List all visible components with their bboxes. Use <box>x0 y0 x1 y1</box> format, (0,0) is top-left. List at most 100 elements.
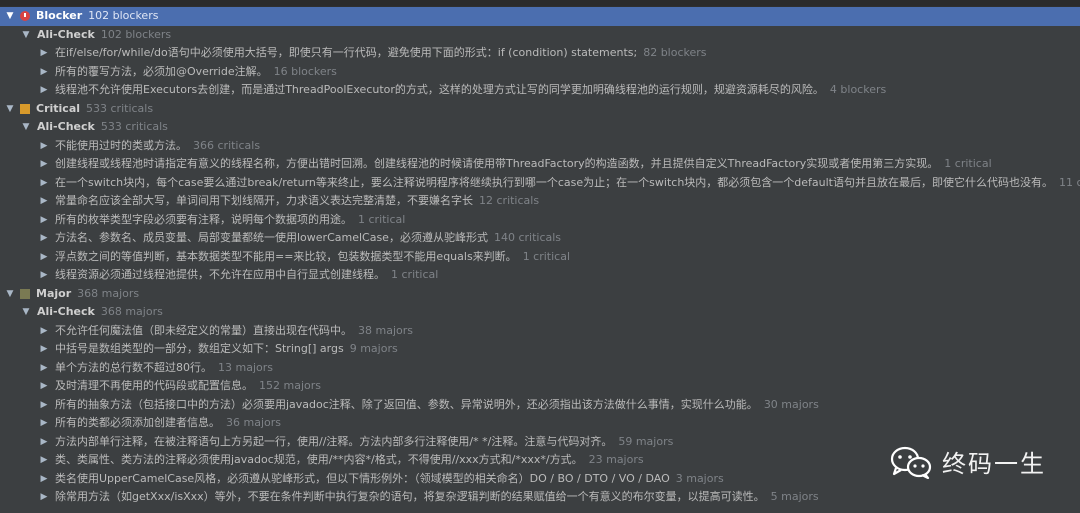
rule-count: 1 critical <box>944 157 992 170</box>
triangle-right-icon[interactable]: ▶ <box>38 359 50 378</box>
triangle-right-icon[interactable]: ▶ <box>38 414 50 433</box>
severity-label: Critical <box>36 101 81 115</box>
inspection-results-tree: ▼ Blocker 102 blockers ▼ Ali-Check 102 b… <box>0 7 1080 507</box>
triangle-right-icon[interactable]: ▶ <box>38 396 50 415</box>
rule-item[interactable]: ▶ 中括号是数组类型的一部分，数组定义如下：String[] args 9 ma… <box>0 340 1080 359</box>
top-toolbar-edge <box>0 0 1080 7</box>
category-count: 533 criticals <box>100 120 168 133</box>
rule-item[interactable]: ▶ 不能使用过时的类或方法。 366 criticals <box>0 137 1080 156</box>
rule-text: 单个方法的总行数不超过80行。 <box>55 360 212 374</box>
rule-count: 38 majors <box>358 323 413 337</box>
rule-count: 1 critical <box>358 212 406 226</box>
category-label: Ali-Check <box>37 120 95 133</box>
rule-count: 366 criticals <box>193 138 261 152</box>
rule-count: 30 majors <box>763 397 819 411</box>
rule-item[interactable]: ▶ 在if/else/for/while/do语句中必须使用大括号，即使只有一行… <box>0 44 1080 63</box>
rule-text: 及时清理不再使用的代码段或配置信息。 <box>55 379 253 392</box>
triangle-right-icon[interactable]: ▶ <box>38 63 50 82</box>
rule-text: 在一个switch块内，每个case要么通过break/return等来终止，要… <box>55 175 1053 189</box>
triangle-right-icon[interactable]: ▶ <box>38 488 50 507</box>
rule-count: 36 majors <box>226 416 281 429</box>
rule-count: 12 criticals <box>479 194 540 207</box>
triangle-right-icon[interactable]: ▶ <box>38 44 50 63</box>
rule-text: 方法名、参数名、成员变量、局部变量都统一使用lowerCamelCase，必须遵… <box>55 231 488 244</box>
severity-count: 533 criticals <box>86 101 154 115</box>
triangle-down-icon[interactable]: ▼ <box>20 26 32 45</box>
rule-item[interactable]: ▶ 所有的枚举类型字段必须要有注释，说明每个数据项的用途。 1 critical <box>0 211 1080 230</box>
rule-text: 常量命名应该全部大写，单词间用下划线隔开，力求语义表达完整清楚，不要嫌名字长 <box>55 194 473 207</box>
rule-text: 线程池不允许使用Executors去创建，而是通过ThreadPoolExecu… <box>55 83 824 96</box>
severity-node-critical[interactable]: ▼ Critical 533 criticals <box>0 100 1080 119</box>
rule-text: 中括号是数组类型的一部分，数组定义如下：String[] args <box>55 342 344 355</box>
category-node-ali-check[interactable]: ▼ Ali-Check 102 blockers <box>0 26 1080 45</box>
rule-text: 不能使用过时的类或方法。 <box>55 138 187 152</box>
rule-item[interactable]: ▶ 在一个switch块内，每个case要么通过break/return等来终止… <box>0 174 1080 193</box>
category-count: 368 majors <box>100 305 163 318</box>
rule-item[interactable]: ▶ 及时清理不再使用的代码段或配置信息。 152 majors <box>0 377 1080 396</box>
rule-count: 11 criticals <box>1059 175 1080 189</box>
triangle-right-icon[interactable]: ▶ <box>38 451 50 470</box>
triangle-down-icon[interactable]: ▼ <box>4 7 16 26</box>
rule-count: 13 majors <box>218 360 273 374</box>
severity-label: Major <box>36 286 72 300</box>
rule-text: 在if/else/for/while/do语句中必须使用大括号，即使只有一行代码… <box>55 46 638 59</box>
rule-count: 4 blockers <box>829 83 887 96</box>
rule-item[interactable]: ▶ 线程池不允许使用Executors去创建，而是通过ThreadPoolExe… <box>0 81 1080 100</box>
critical-icon <box>20 103 30 114</box>
watermark: 终码一生 <box>890 444 1046 479</box>
triangle-down-icon[interactable]: ▼ <box>4 100 16 119</box>
triangle-right-icon[interactable]: ▶ <box>38 248 50 267</box>
severity-label: Blocker <box>36 9 83 22</box>
triangle-right-icon[interactable]: ▶ <box>38 192 50 211</box>
triangle-right-icon[interactable]: ▶ <box>38 377 50 396</box>
triangle-down-icon[interactable]: ▼ <box>4 285 16 304</box>
rule-text: 所有的枚举类型字段必须要有注释，说明每个数据项的用途。 <box>55 212 352 226</box>
rule-item[interactable]: ▶ 所有的抽象方法（包括接口中的方法）必须要用javadoc注释、除了返回值、参… <box>0 396 1080 415</box>
rule-count: 9 majors <box>349 342 398 355</box>
severity-node-blocker[interactable]: ▼ Blocker 102 blockers <box>0 7 1080 26</box>
rule-item[interactable]: ▶ 浮点数之间的等值判断，基本数据类型不能用==来比较，包装数据类型不能用equ… <box>0 248 1080 267</box>
triangle-right-icon[interactable]: ▶ <box>38 81 50 100</box>
rule-count: 140 criticals <box>493 231 562 244</box>
rule-item[interactable]: ▶ 常量命名应该全部大写，单词间用下划线隔开，力求语义表达完整清楚，不要嫌名字长… <box>0 192 1080 211</box>
rule-text: 创建线程或线程池时请指定有意义的线程名称，方便出错时回溯。创建线程池的时候请使用… <box>55 157 939 170</box>
triangle-right-icon[interactable]: ▶ <box>38 155 50 174</box>
rule-count: 59 majors <box>618 434 674 448</box>
rule-text: 线程资源必须通过线程池提供，不允许在应用中自行显式创建线程。 <box>55 268 385 281</box>
triangle-right-icon[interactable]: ▶ <box>38 322 50 341</box>
rule-item[interactable]: ▶ 单个方法的总行数不超过80行。 13 majors <box>0 359 1080 378</box>
triangle-right-icon[interactable]: ▶ <box>38 470 50 489</box>
triangle-right-icon[interactable]: ▶ <box>38 211 50 230</box>
rule-count: 16 blockers <box>273 64 337 78</box>
triangle-right-icon[interactable]: ▶ <box>38 266 50 285</box>
rule-count: 23 majors <box>588 453 644 466</box>
triangle-down-icon[interactable]: ▼ <box>20 303 32 322</box>
rule-text: 不允许任何魔法值（即未经定义的常量）直接出现在代码中。 <box>55 323 352 337</box>
triangle-right-icon[interactable]: ▶ <box>38 433 50 452</box>
rule-count: 5 majors <box>770 490 819 503</box>
category-node-ali-check[interactable]: ▼ Ali-Check 533 criticals <box>0 118 1080 137</box>
rule-item[interactable]: ▶ 方法名、参数名、成员变量、局部变量都统一使用lowerCamelCase，必… <box>0 229 1080 248</box>
triangle-down-icon[interactable]: ▼ <box>20 118 32 137</box>
triangle-right-icon[interactable]: ▶ <box>38 137 50 156</box>
triangle-right-icon[interactable]: ▶ <box>38 340 50 359</box>
rule-item[interactable]: ▶ 不允许任何魔法值（即未经定义的常量）直接出现在代码中。 38 majors <box>0 322 1080 341</box>
rule-text: 所有的覆写方法，必须加@Override注解。 <box>55 64 268 78</box>
rule-item[interactable]: ▶ 所有的类都必须添加创建者信息。 36 majors <box>0 414 1080 433</box>
triangle-right-icon[interactable]: ▶ <box>38 174 50 193</box>
category-count: 102 blockers <box>100 27 172 41</box>
rule-count: 152 majors <box>259 379 321 392</box>
rule-item[interactable]: ▶ 所有的覆写方法，必须加@Override注解。 16 blockers <box>0 63 1080 82</box>
rule-item[interactable]: ▶ 线程资源必须通过线程池提供，不允许在应用中自行显式创建线程。 1 criti… <box>0 266 1080 285</box>
rule-item[interactable]: ▶ 除常用方法（如getXxx/isXxx）等外，不要在条件判断中执行复杂的语句… <box>0 488 1080 507</box>
rule-text: 类、类属性、类方法的注释必须使用javadoc规范，使用/**内容*/格式，不得… <box>55 453 583 466</box>
rule-item[interactable]: ▶ 创建线程或线程池时请指定有意义的线程名称，方便出错时回溯。创建线程池的时候请… <box>0 155 1080 174</box>
wechat-icon <box>890 445 932 479</box>
rule-text: 方法内部单行注释，在被注释语句上方另起一行，使用//注释。方法内部多行注释使用/… <box>55 434 613 448</box>
rule-count: 82 blockers <box>643 46 707 59</box>
triangle-right-icon[interactable]: ▶ <box>38 229 50 248</box>
category-node-ali-check[interactable]: ▼ Ali-Check 368 majors <box>0 303 1080 322</box>
severity-count: 368 majors <box>77 286 140 300</box>
severity-node-major[interactable]: ▼ Major 368 majors <box>0 285 1080 304</box>
rule-count: 1 critical <box>522 249 571 263</box>
